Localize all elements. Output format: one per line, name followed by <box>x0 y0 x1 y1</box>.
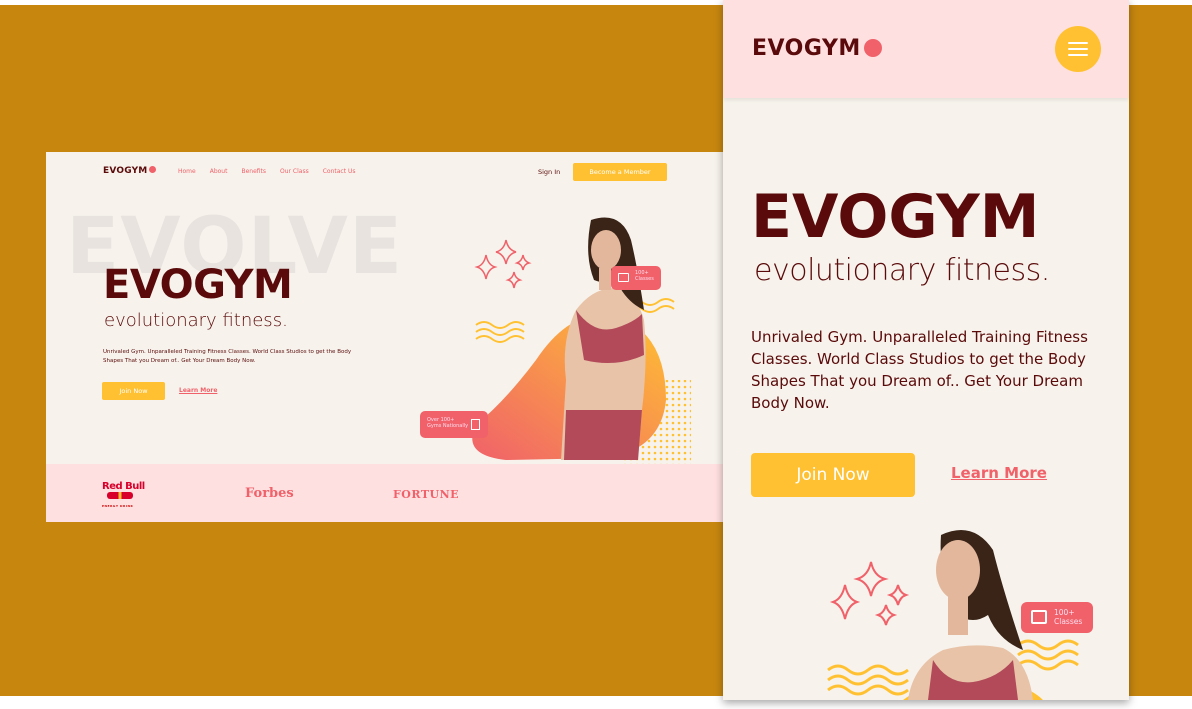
nav-link-about[interactable]: About <box>210 168 228 175</box>
mobile-navbar: EVOGYM <box>723 0 1129 98</box>
woman-figure <box>908 530 1033 700</box>
learn-more-link[interactable]: Learn More <box>179 387 217 394</box>
hero-description: Unrivaled Gym. Unparalleled Training Fit… <box>103 349 352 364</box>
redbull-name: Red Bull <box>102 481 145 492</box>
sign-in-link[interactable]: Sign In <box>538 168 560 176</box>
calendar-icon <box>1031 610 1047 624</box>
become-member-button[interactable]: Become a Member <box>573 163 667 181</box>
hero-subtitle: evolutionary fitness. <box>754 253 1050 288</box>
redbull-logo: Red Bull ENERGY DRINK <box>102 482 145 511</box>
fortune-logo: FORTUNE <box>393 488 460 501</box>
desktop-mockup: EVOGYM Home About Benefits Our Class Con… <box>46 152 723 522</box>
woman-figure <box>561 217 646 460</box>
hamburger-menu-button[interactable] <box>1055 26 1101 72</box>
nav-link-home[interactable]: Home <box>178 168 196 175</box>
sparkle-icons <box>474 239 532 289</box>
hero-title: EVOGYM <box>751 182 1040 252</box>
mobile-logo[interactable]: EVOGYM <box>752 36 882 61</box>
join-now-button[interactable]: Join Now <box>102 382 165 400</box>
join-now-button[interactable]: Join Now <box>751 453 915 497</box>
logo-dot-icon <box>863 39 882 57</box>
hero-title: EVOGYM <box>103 262 293 308</box>
desktop-logo[interactable]: EVOGYM <box>103 166 157 176</box>
mobile-mockup: EVOGYM EVOGYM evolutionary fitness. Unri… <box>723 0 1129 700</box>
classes-badge-label: Classes <box>1054 617 1083 626</box>
gyms-badge: Over 100+ Gyms Nationally <box>420 411 488 438</box>
nav-link-benefits[interactable]: Benefits <box>241 168 266 175</box>
redbull-tagline: ENERGY DRINK <box>102 504 134 508</box>
logo-text: EVOGYM <box>752 36 861 61</box>
logo-dot-icon <box>149 166 157 173</box>
classes-badge: 100+ Classes <box>1021 602 1093 633</box>
nav-link-our-class[interactable]: Our Class <box>280 168 309 175</box>
logo-text: EVOGYM <box>103 166 148 176</box>
hero-description: Unrivaled Gym. Unparalleled Training Fit… <box>751 328 1088 412</box>
desktop-nav-links: Home About Benefits Our Class Contact Us <box>178 168 356 175</box>
sponsors-bar: Red Bull ENERGY DRINK Forbes FORTUNE <box>46 464 723 522</box>
hamburger-icon-line <box>1068 48 1088 50</box>
hero-subtitle: evolutionary fitness. <box>104 310 288 331</box>
hero-graphic <box>472 217 691 480</box>
redbull-bulls-icon <box>107 492 133 499</box>
hamburger-icon-line <box>1068 42 1088 44</box>
sparkle-icons <box>829 561 910 626</box>
classes-badge-label: Classes <box>635 276 654 282</box>
nav-link-contact-us[interactable]: Contact Us <box>323 168 356 175</box>
forbes-logo: Forbes <box>245 486 294 501</box>
building-icon <box>471 419 480 430</box>
classes-badge-count: 100+ <box>1054 608 1075 617</box>
calendar-icon <box>618 273 629 282</box>
learn-more-link[interactable]: Learn More <box>951 464 1047 482</box>
classes-badge: 100+ Classes <box>611 266 661 290</box>
desktop-navbar: EVOGYM Home About Benefits Our Class Con… <box>46 152 723 192</box>
hamburger-icon-line <box>1068 54 1088 56</box>
